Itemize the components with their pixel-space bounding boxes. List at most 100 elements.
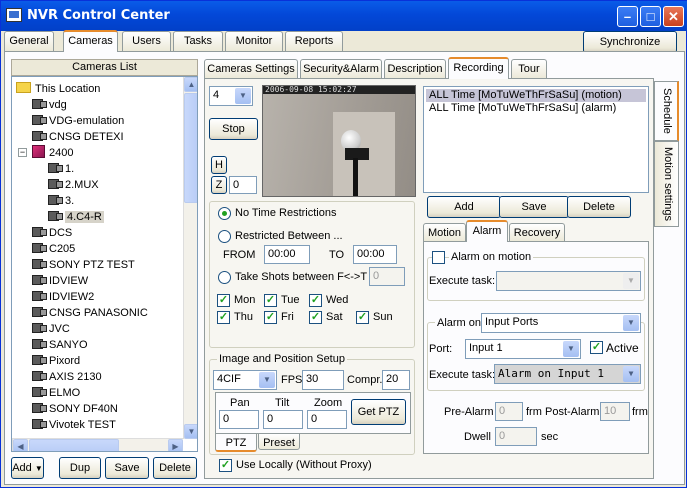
scroll-right-icon[interactable]: ▶ <box>168 439 183 451</box>
tab-recovery[interactable]: Recovery <box>509 223 565 241</box>
tree-item[interactable]: Pixord <box>32 353 80 369</box>
tab-tasks[interactable]: Tasks <box>173 31 223 51</box>
tree-item[interactable]: SANYO <box>32 337 88 353</box>
take-shots-radio[interactable] <box>218 271 231 284</box>
z-value-field[interactable]: 0 <box>229 176 257 194</box>
scroll-left-icon[interactable]: ◀ <box>13 439 28 451</box>
tab-schedule[interactable]: Schedule <box>654 81 679 141</box>
add-schedule-button[interactable]: Add <box>427 196 501 218</box>
tree-item[interactable]: IDVIEW2 <box>32 289 94 305</box>
tree-item[interactable]: ELMO <box>32 385 80 401</box>
close-button[interactable]: ✕ <box>663 6 684 27</box>
alarm-on-select[interactable]: Input Ports ▼ <box>481 313 641 333</box>
shots-value-field[interactable]: 0 <box>369 267 405 286</box>
compr-field[interactable]: 20 <box>382 370 410 390</box>
tree-item[interactable]: vdg <box>32 97 67 113</box>
tree-item[interactable]: 3. <box>48 193 74 209</box>
tree-item[interactable]: − 2400 <box>18 145 73 161</box>
tab-general[interactable]: General <box>4 31 54 51</box>
execute-task-alarm-select[interactable]: Alarm on Input 1 ▼ <box>494 364 641 384</box>
to-time-field[interactable]: 00:00 <box>353 245 397 264</box>
tab-cameras[interactable]: Cameras <box>63 30 118 52</box>
camera-video-preview[interactable]: 2006-09-08 15:02:27 <box>262 85 416 197</box>
tab-recording[interactable]: Recording <box>448 57 509 79</box>
maximize-button[interactable]: □ <box>640 6 661 27</box>
add-camera-button[interactable]: Add ▼ <box>11 457 44 479</box>
tree-item[interactable]: CNSG PANASONIC <box>32 305 148 321</box>
tilt-field[interactable]: 0 <box>263 410 303 429</box>
channel-select[interactable]: 4 ▼ <box>209 86 253 106</box>
save-camera-button[interactable]: Save <box>105 457 149 479</box>
use-locally-checkbox[interactable]: ✓ <box>219 459 232 472</box>
tab-reports[interactable]: Reports <box>285 31 343 51</box>
tab-monitor[interactable]: Monitor <box>225 31 283 51</box>
save-schedule-button[interactable]: Save <box>499 196 569 218</box>
get-ptz-button[interactable]: Get PTZ <box>351 399 406 425</box>
tab-motion-settings[interactable]: Motion settings <box>654 141 679 227</box>
schedule-item[interactable]: ALL Time [MoTuWeThFrSaSu] (motion) <box>426 89 646 102</box>
tree-item[interactable]: CNSG DETEXI <box>32 129 124 145</box>
wed-checkbox[interactable]: ✓ <box>309 294 322 307</box>
no-time-restrictions-radio[interactable] <box>218 207 231 220</box>
post-alarm-field[interactable]: 10 <box>600 402 630 421</box>
h-button[interactable]: H <box>211 156 227 174</box>
pre-alarm-field[interactable]: 0 <box>495 402 523 421</box>
schedule-item[interactable]: ALL Time [MoTuWeThFrSaSu] (alarm) <box>426 102 646 115</box>
scroll-thumb[interactable] <box>184 93 197 203</box>
stop-button[interactable]: Stop <box>209 118 258 140</box>
hscroll-thumb[interactable] <box>29 439 119 451</box>
mon-checkbox[interactable]: ✓ <box>217 294 230 307</box>
tab-cameras-settings[interactable]: Cameras Settings <box>204 59 298 78</box>
execute-task-motion-select[interactable]: ▼ <box>496 271 641 291</box>
tab-alarm[interactable]: Alarm <box>466 220 508 242</box>
tree-hscrollbar[interactable]: ◀ ▶ <box>12 438 183 451</box>
tree-item[interactable]: 4.C4-R <box>48 209 104 225</box>
tree-item[interactable]: DCS <box>32 225 72 241</box>
tab-users[interactable]: Users <box>122 31 171 51</box>
tree-item[interactable]: VDG-emulation <box>32 113 124 129</box>
active-checkbox[interactable]: ✓ <box>590 341 603 354</box>
tree-item[interactable]: JVC <box>32 321 70 337</box>
tree-item[interactable]: AXIS 2130 <box>32 369 102 385</box>
dup-camera-button[interactable]: Dup <box>59 457 101 479</box>
tab-preset[interactable]: Preset <box>258 433 300 450</box>
z-button[interactable]: Z <box>211 176 227 194</box>
tree-item[interactable]: C205 <box>32 241 75 257</box>
tree-item[interactable]: 2.MUX <box>48 177 99 193</box>
tree-item[interactable]: SONY PTZ TEST <box>32 257 135 273</box>
tree-vscrollbar[interactable]: ▲ ▼ <box>183 77 197 439</box>
pan-field[interactable]: 0 <box>219 410 259 429</box>
tab-ptz[interactable]: PTZ <box>215 433 257 452</box>
port-select[interactable]: Input 1 ▼ <box>465 339 581 359</box>
scroll-down-icon[interactable]: ▼ <box>184 424 197 439</box>
tab-description[interactable]: Description <box>384 59 446 78</box>
alarm-on-motion-checkbox[interactable] <box>432 251 445 264</box>
dwell-field[interactable]: 0 <box>495 427 537 446</box>
tab-tour[interactable]: Tour <box>511 59 547 78</box>
scroll-up-icon[interactable]: ▲ <box>184 77 197 92</box>
collapse-icon[interactable]: − <box>18 148 27 157</box>
fps-field[interactable]: 30 <box>302 370 344 390</box>
tree-item[interactable]: IDVIEW <box>32 273 88 289</box>
tue-checkbox[interactable]: ✓ <box>264 294 277 307</box>
delete-camera-button[interactable]: Delete <box>153 457 197 479</box>
sun-checkbox[interactable]: ✓ <box>356 311 369 324</box>
schedule-list[interactable]: ALL Time [MoTuWeThFrSaSu] (motion) ALL T… <box>423 86 649 193</box>
title-bar[interactable]: NVR Control Center – □ ✕ <box>1 1 687 31</box>
tree-item[interactable]: Vivotek TEST <box>32 417 116 433</box>
fri-checkbox[interactable]: ✓ <box>264 311 277 324</box>
resolution-select[interactable]: 4CIF ▼ <box>213 370 277 390</box>
sat-checkbox[interactable]: ✓ <box>309 311 322 324</box>
tab-security-alarm[interactable]: Security&Alarm <box>300 59 382 78</box>
cameras-tree[interactable]: This Location vdg VDG-emulation CNSG DETEXI… <box>11 76 198 452</box>
zoom-field[interactable]: 0 <box>307 410 347 429</box>
thu-checkbox[interactable]: ✓ <box>217 311 230 324</box>
from-time-field[interactable]: 00:00 <box>264 245 310 264</box>
minimize-button[interactable]: – <box>617 6 638 27</box>
delete-schedule-button[interactable]: Delete <box>567 196 631 218</box>
synchronize-button[interactable]: Synchronize <box>583 31 677 53</box>
tree-item[interactable]: SONY DF40N <box>32 401 118 417</box>
restricted-between-radio[interactable] <box>218 230 231 243</box>
tab-motion[interactable]: Motion <box>423 223 466 241</box>
tree-item[interactable]: This Location <box>16 81 100 97</box>
